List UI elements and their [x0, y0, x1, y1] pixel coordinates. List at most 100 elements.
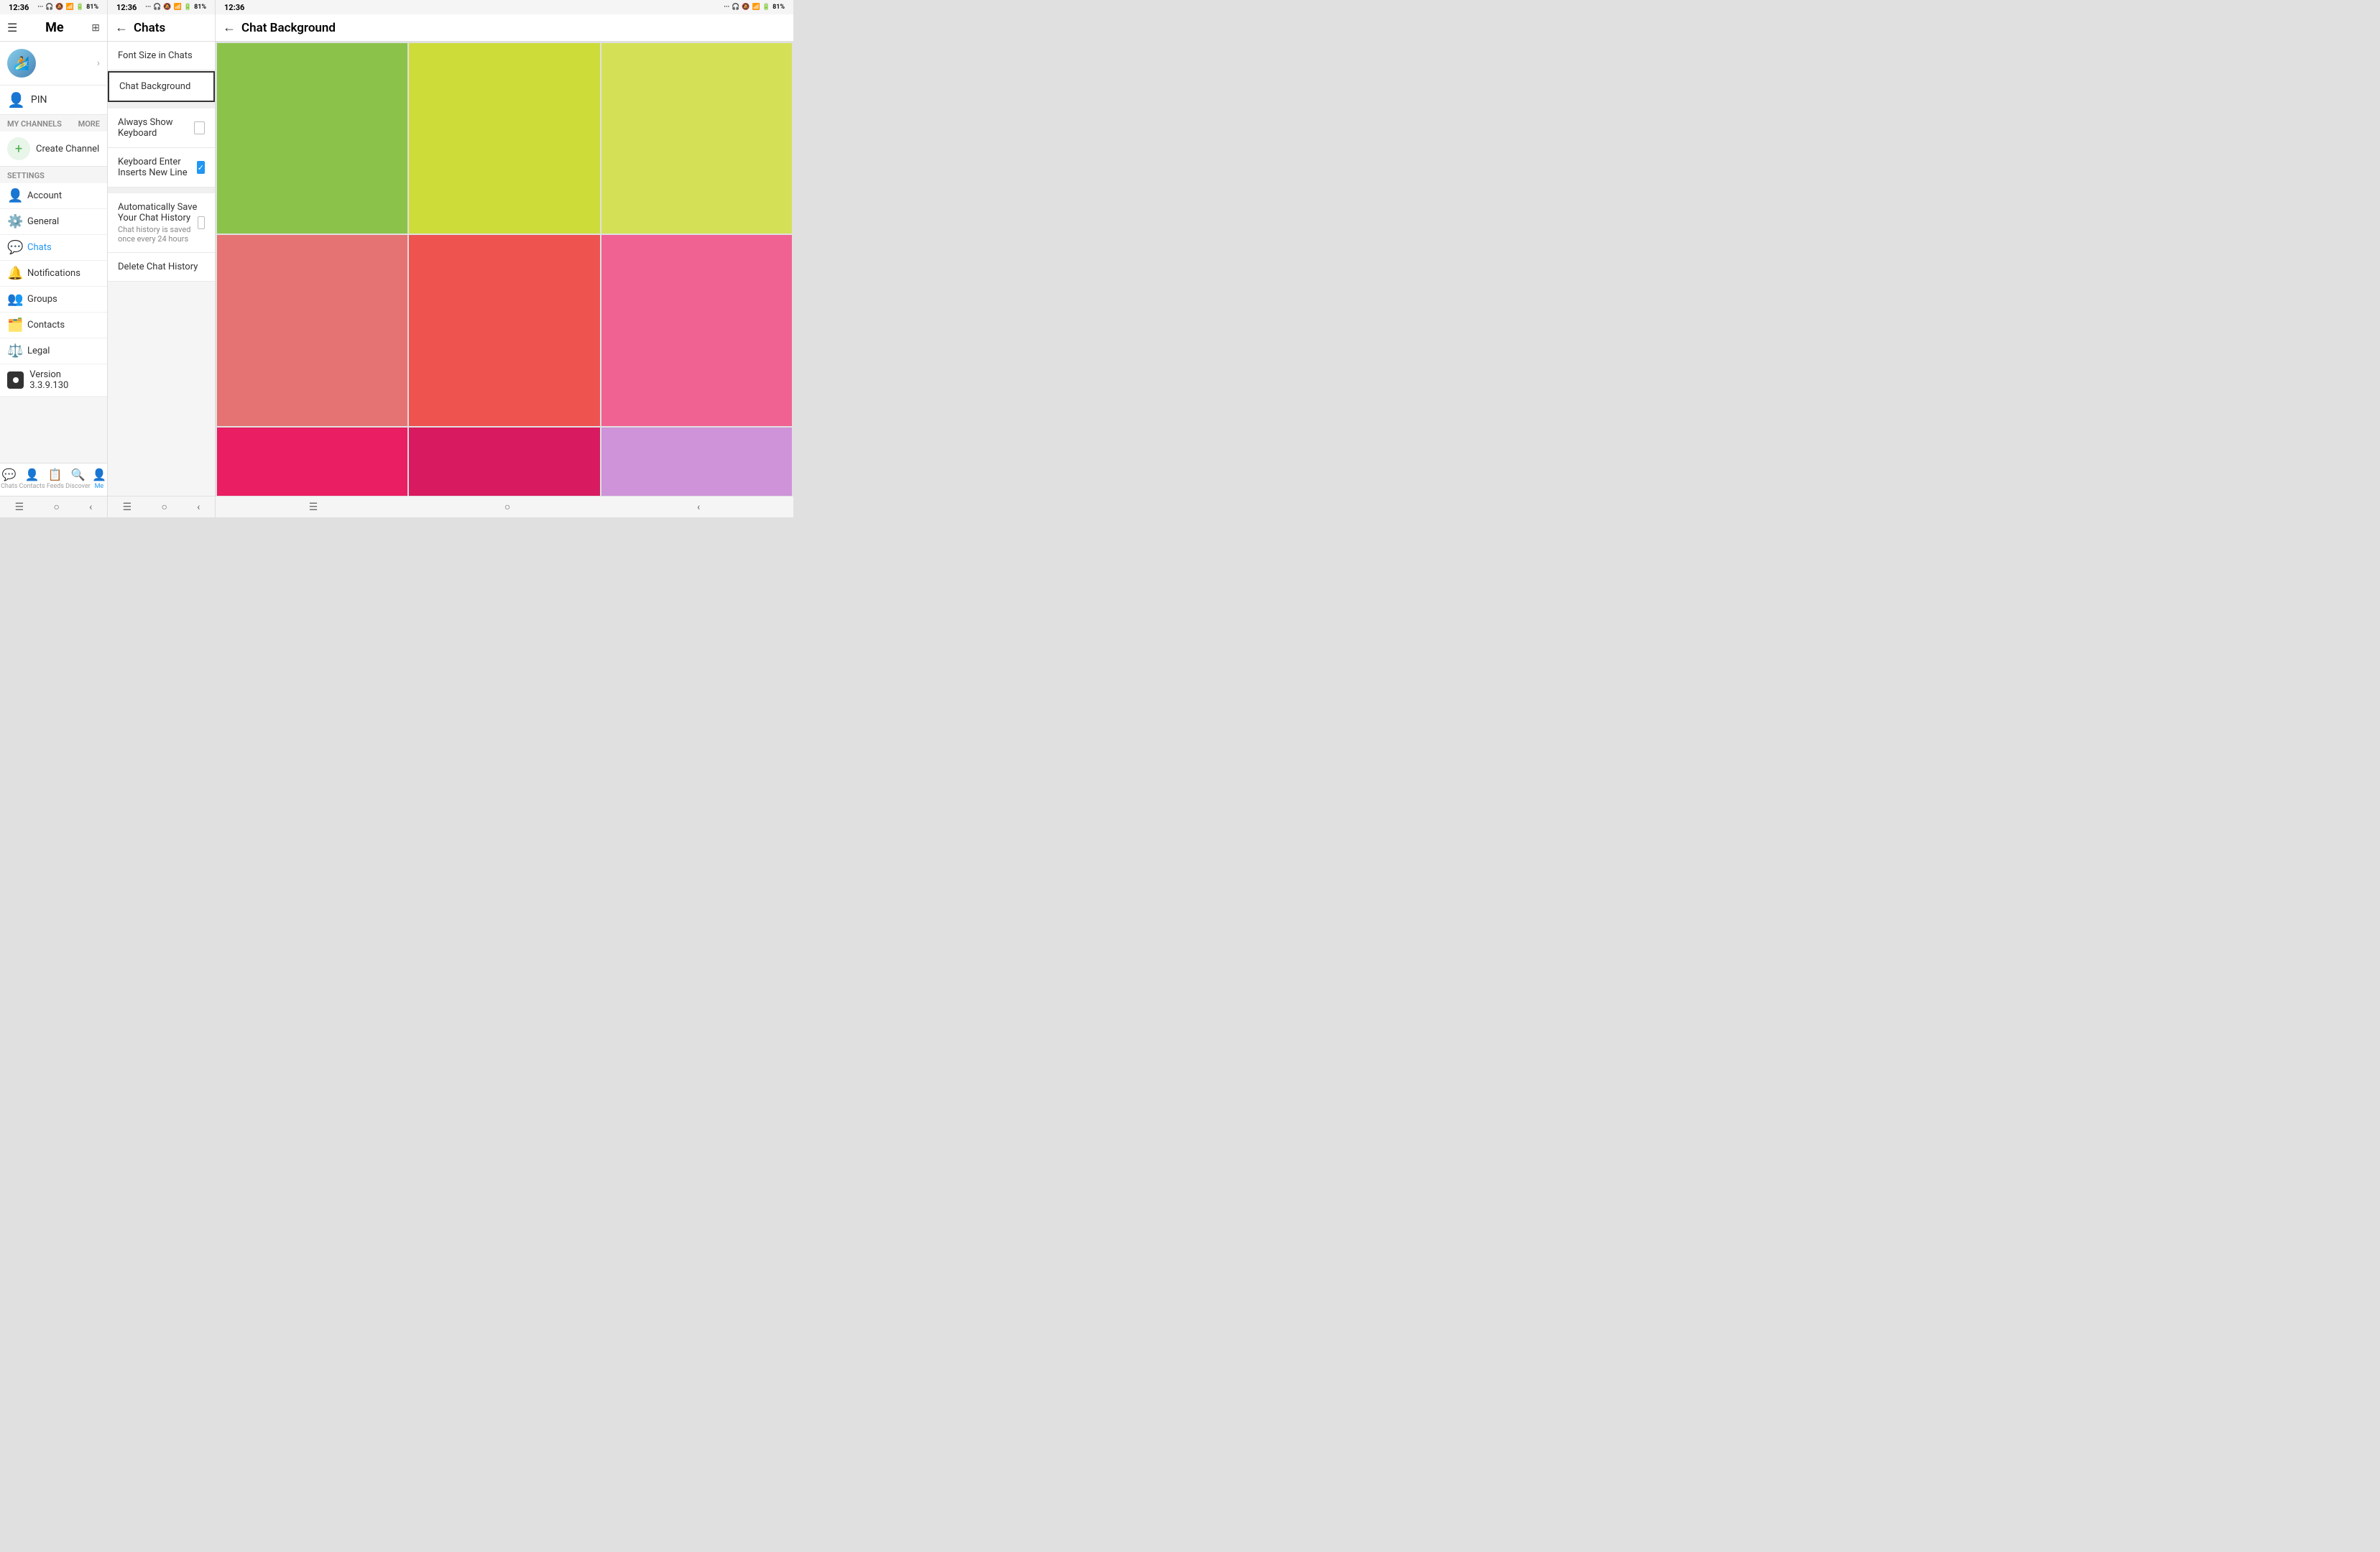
me-nav-icon: 👤: [92, 468, 106, 481]
android-nav-me: ☰ ○ ‹: [0, 496, 107, 517]
chats-screen-title: Chats: [134, 21, 165, 35]
settings-item-version-3.3.9.130[interactable]: Version 3.3.9.130: [0, 364, 107, 397]
chats-nav-icon: 💬: [2, 468, 17, 481]
android-menu-bg[interactable]: ☰: [309, 502, 318, 513]
nav-contacts-label: Contacts: [19, 483, 45, 490]
settings-item-contacts[interactable]: 🗂️Contacts: [0, 313, 107, 338]
bottom-nav-me: 💬 Chats 👤 Contacts 📋 Feeds 🔍 Discover 👤 …: [0, 463, 107, 496]
chats-menu-item-4[interactable]: Automatically Save Your Chat HistoryChat…: [108, 193, 215, 253]
back-arrow-chats[interactable]: ←: [115, 20, 128, 35]
chats-menu-item-5[interactable]: Delete Chat History: [108, 253, 215, 282]
status-bar-me: 12:36 ··· 🎧 🔕 📶 🔋 81%: [0, 0, 107, 14]
color-cell-0[interactable]: [217, 43, 407, 234]
menu-item-checkbox[interactable]: [194, 121, 205, 134]
nav-discover-label: Discover: [65, 483, 91, 490]
create-channel-row[interactable]: + Create Channel: [0, 131, 107, 167]
chats-menu-list: Font Size in Chats Chat Background Always …: [108, 42, 215, 282]
android-nav-bg: ☰ ○ ‹: [216, 496, 793, 517]
contacts-nav-icon: 👤: [25, 468, 40, 481]
more-button[interactable]: MORE: [78, 119, 100, 129]
status-bar-chats: 12:36 ··· 🎧 🔕 📶 🔋 81%: [108, 0, 215, 14]
chats-top-bar: ← Chats: [108, 14, 215, 42]
color-cell-8[interactable]: [601, 428, 792, 496]
settings-item-label: General: [27, 216, 59, 227]
time-bg: 12:36: [224, 3, 244, 12]
android-home-bg[interactable]: ○: [504, 501, 510, 513]
me-title: Me: [45, 20, 63, 35]
bg-screen-title: Chat Background: [241, 21, 336, 35]
settings-item-groups[interactable]: 👥Groups: [0, 287, 107, 313]
settings-icon: ⚖️: [7, 343, 22, 359]
settings-icon: 🔔: [7, 266, 22, 281]
settings-item-account[interactable]: 👤 Account: [0, 183, 107, 209]
menu-item-checkbox[interactable]: [197, 161, 205, 174]
qr-icon[interactable]: ⊞: [91, 22, 100, 34]
nav-discover[interactable]: 🔍 Discover: [65, 468, 91, 490]
color-cell-2[interactable]: [601, 43, 792, 234]
settings-item-label: Notifications: [27, 268, 80, 279]
android-back-me[interactable]: ‹: [89, 502, 92, 513]
chats-menu-item-1[interactable]: Chat Background: [108, 71, 215, 102]
pin-label: PIN: [31, 94, 47, 106]
settings-icon: 💬: [7, 240, 22, 255]
android-menu-me[interactable]: ☰: [15, 502, 24, 513]
color-cell-5[interactable]: [601, 235, 792, 425]
person-icon: 👤: [7, 91, 25, 108]
settings-item-label: Chats: [27, 242, 52, 253]
settings-item-label: Contacts: [27, 320, 65, 331]
discover-nav-icon: 🔍: [70, 468, 85, 481]
me-panel: 12:36 ··· 🎧 🔕 📶 🔋 81% ☰ Me ⊞ 🏄 › 👤 PIN M…: [0, 0, 108, 517]
settings-item-notifications[interactable]: 🔔 Notifications: [0, 261, 107, 287]
color-cell-6[interactable]: [217, 428, 407, 496]
nav-contacts[interactable]: 👤 Contacts: [19, 468, 45, 490]
back-arrow-bg[interactable]: ←: [223, 20, 236, 35]
bg-top-bar: ← Chat Background: [216, 14, 793, 42]
hamburger-icon[interactable]: ☰: [7, 21, 17, 34]
chevron-right-icon: ›: [97, 57, 100, 69]
feeds-nav-icon: 📋: [48, 468, 63, 481]
settings-item-general[interactable]: ⚙️General: [0, 209, 107, 235]
status-icons-me: ··· 🎧 🔕 📶 🔋 81%: [37, 4, 98, 11]
color-cell-4[interactable]: [409, 235, 599, 425]
menu-item-label: Font Size in Chats: [118, 50, 193, 61]
separator: [108, 103, 215, 108]
color-cell-1[interactable]: [409, 43, 599, 234]
status-icons-chats: ··· 🎧 🔕 📶 🔋 81%: [145, 4, 206, 11]
version-icon: [7, 371, 24, 389]
settings-header: SETTINGS: [0, 167, 107, 183]
chats-menu-item-3[interactable]: Keyboard Enter Inserts New Line: [108, 148, 215, 188]
settings-list: 👤 Account ⚙️General 💬 Chats 🔔 Notifications 👥Gr…: [0, 183, 107, 397]
settings-item-label: Groups: [27, 294, 57, 305]
pin-row[interactable]: 👤 PIN: [0, 86, 107, 115]
create-channel-label: Create Channel: [36, 144, 99, 154]
chats-panel: 12:36 ··· 🎧 🔕 📶 🔋 81% ← Chats Font Size …: [108, 0, 216, 517]
android-home-me[interactable]: ○: [53, 501, 59, 513]
android-home-chats[interactable]: ○: [161, 501, 167, 513]
android-menu-chats[interactable]: ☰: [123, 502, 132, 513]
profile-section[interactable]: 🏄 ›: [0, 42, 107, 86]
separator: [108, 188, 215, 193]
settings-item-label: Account: [27, 190, 62, 201]
menu-item-checkbox[interactable]: [198, 216, 205, 229]
status-bar-bg: 12:36 ··· 🎧 🔕 📶 🔋 81%: [216, 0, 793, 14]
settings-item-label: Legal: [27, 346, 50, 356]
settings-item-legal[interactable]: ⚖️ Legal: [0, 338, 107, 364]
android-back-bg[interactable]: ‹: [697, 502, 700, 513]
settings-item-chats[interactable]: 💬 Chats: [0, 235, 107, 261]
nav-feeds[interactable]: 📋 Feeds: [47, 468, 64, 490]
menu-item-label: Chat Background: [119, 81, 190, 92]
chats-menu-item-0[interactable]: Font Size in Chats: [108, 42, 215, 70]
nav-chats[interactable]: 💬 Chats: [1, 468, 17, 490]
chats-menu-item-2[interactable]: Always Show Keyboard: [108, 108, 215, 148]
color-cell-3[interactable]: [217, 235, 407, 425]
time-me: 12:36: [9, 3, 29, 12]
android-nav-chats: ☰ ○ ‹: [108, 496, 215, 517]
nav-chats-label: Chats: [1, 483, 17, 490]
settings-icon: 👤: [7, 188, 22, 203]
plus-circle-icon: +: [7, 137, 30, 160]
color-cell-7[interactable]: [409, 428, 599, 496]
nav-feeds-label: Feeds: [47, 483, 64, 490]
nav-me[interactable]: 👤 Me: [92, 468, 106, 490]
settings-item-label: Version 3.3.9.130: [29, 369, 100, 391]
android-back-chats[interactable]: ‹: [197, 502, 200, 513]
